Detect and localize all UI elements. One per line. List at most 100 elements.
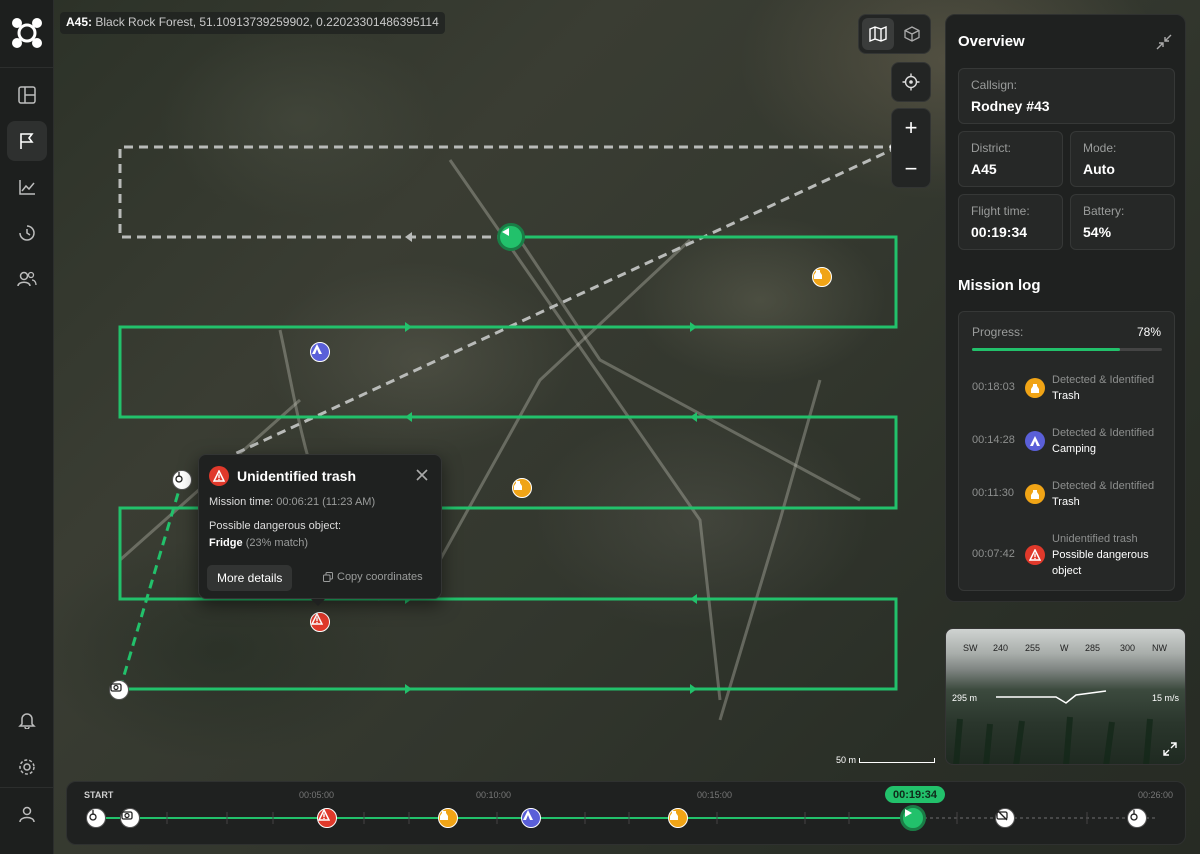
sidebar-item-history[interactable]: [7, 213, 47, 253]
progress-label: Progress:: [972, 325, 1024, 339]
flag-icon: [20, 133, 34, 149]
altitude-readout: 295 m: [952, 693, 978, 703]
map-view-button[interactable]: [862, 18, 894, 50]
zoom-out-button[interactable]: −: [895, 153, 927, 185]
progress-bar: [972, 348, 1162, 351]
scale-label: 50 m: [836, 755, 857, 765]
takeoff-icon[interactable]: [86, 808, 106, 828]
chart-icon: [19, 180, 35, 195]
mission-log: Progress: 78% 00:18:03 Detected & Identi…: [958, 311, 1175, 591]
sidebar-item-dashboard[interactable]: [7, 75, 47, 115]
user-icon: [19, 806, 35, 823]
detection-popup: Unidentified trash Mission time: 00:06:2…: [198, 454, 442, 606]
sidebar-item-profile[interactable]: [7, 794, 47, 834]
map-icon: [869, 26, 887, 42]
trash-icon[interactable]: [512, 478, 532, 498]
history-icon: [19, 225, 35, 241]
popup-title: Unidentified trash: [237, 468, 357, 484]
trash-icon[interactable]: [668, 808, 688, 828]
battery-value: 54%: [1083, 224, 1112, 240]
district-code: A45:: [66, 15, 93, 29]
sidebar-item-settings[interactable]: [7, 747, 47, 787]
3d-view-button[interactable]: [896, 18, 928, 50]
object-description: Possible dangerous object:: [209, 520, 342, 532]
sidebar-item-missions[interactable]: [7, 121, 47, 161]
view-mode-toggle: [858, 14, 931, 54]
flight-time-value: 00:19:34: [971, 224, 1028, 240]
overview-panel: Overview Callsign: Rodney #43 District: …: [945, 14, 1186, 602]
tent-icon[interactable]: [310, 342, 330, 362]
log-time: 00:14:28: [972, 434, 1015, 446]
warning-icon: [209, 466, 229, 486]
trash-icon: [1025, 378, 1045, 398]
log-time: 00:11:30: [972, 487, 1015, 499]
users-icon: [17, 271, 37, 287]
progress-value: 78%: [1136, 325, 1161, 339]
warning-icon[interactable]: [317, 808, 337, 828]
map-scale: 50 m: [836, 755, 936, 765]
mission-timeline[interactable]: START 00:05:00 00:10:00 00:15:00 00:26:0…: [66, 781, 1186, 845]
log-time: 00:07:42: [972, 548, 1015, 560]
copy-coordinates-button[interactable]: Copy coordinates: [323, 571, 423, 583]
bell-icon: [18, 713, 36, 729]
progress-fill: [972, 348, 1121, 351]
more-details-button[interactable]: More details: [207, 565, 293, 591]
callsign-card: Callsign: Rodney #43: [958, 68, 1175, 124]
district-card: District: A45: [958, 131, 1063, 187]
sidebar: [0, 0, 54, 854]
mission-time: Mission time: 00:06:21 (11:23 AM): [209, 496, 376, 508]
overview-title: Overview: [958, 33, 1025, 50]
flight-time-label: Flight time:: [971, 204, 1030, 218]
mission-log-title: Mission log: [958, 277, 1041, 294]
tent-icon[interactable]: [521, 808, 541, 828]
gear-icon: [19, 759, 35, 775]
callsign-label: Callsign:: [971, 78, 1018, 92]
collapse-icon[interactable]: [1155, 33, 1173, 51]
camera-icon[interactable]: [109, 680, 129, 700]
cube-icon: [904, 26, 920, 42]
warning-icon[interactable]: [310, 612, 330, 632]
expand-icon[interactable]: [1163, 742, 1177, 756]
trash-icon[interactable]: [438, 808, 458, 828]
crosshair-icon: [902, 73, 920, 91]
log-text: Unidentified trash Possible dangerous obj…: [1052, 533, 1149, 577]
locate-button[interactable]: [895, 66, 927, 98]
district-value: A45: [971, 161, 997, 177]
camera-icon[interactable]: [120, 808, 140, 828]
mode-label: Mode:: [1083, 141, 1117, 155]
zoom-in-button[interactable]: +: [895, 112, 927, 144]
drone-position-icon[interactable]: [497, 223, 525, 251]
play-icon[interactable]: [900, 805, 926, 831]
camera-off-icon[interactable]: [995, 808, 1015, 828]
object-match: Fridge (23% match): [209, 537, 309, 549]
zoom-controls: + −: [891, 108, 931, 188]
district-label: District:: [971, 141, 1011, 155]
trash-icon[interactable]: [812, 267, 832, 287]
coordinates-text: Black Rock Forest, 51.10913739259902, 0.…: [95, 15, 439, 29]
location-coordinates: A45: Black Rock Forest, 51.1091373925990…: [60, 12, 445, 34]
horizon-indicator: [953, 690, 1153, 764]
landing-icon[interactable]: [1127, 808, 1147, 828]
mode-card: Mode: Auto: [1070, 131, 1175, 187]
mode-value: Auto: [1083, 161, 1115, 177]
sidebar-item-notifications[interactable]: [7, 700, 47, 740]
log-text: Detected & Identified Camping: [1052, 427, 1155, 455]
copy-icon: [323, 572, 333, 582]
trash-icon: [1025, 484, 1045, 504]
speed-readout: 15 m/s: [1151, 693, 1179, 703]
battery-card: Battery: 54%: [1070, 194, 1175, 250]
app-logo-icon[interactable]: [10, 16, 44, 50]
locate-control: [891, 62, 931, 102]
camera-feed[interactable]: SW 240 255 W 285 300 NW 295 m 15 m/s: [945, 628, 1186, 765]
sidebar-item-analytics[interactable]: [7, 167, 47, 207]
dashboard-icon: [18, 86, 36, 104]
takeoff-icon[interactable]: [172, 470, 192, 490]
callsign-value: Rodney #43: [971, 98, 1050, 114]
flight-time-card: Flight time: 00:19:34: [958, 194, 1063, 250]
log-text: Detected & Identified Trash: [1052, 374, 1155, 402]
sidebar-item-team[interactable]: [7, 259, 47, 299]
tent-icon: [1025, 431, 1045, 451]
battery-label: Battery:: [1083, 204, 1125, 218]
close-icon[interactable]: [415, 468, 429, 482]
log-text: Detected & Identified Trash: [1052, 480, 1155, 508]
